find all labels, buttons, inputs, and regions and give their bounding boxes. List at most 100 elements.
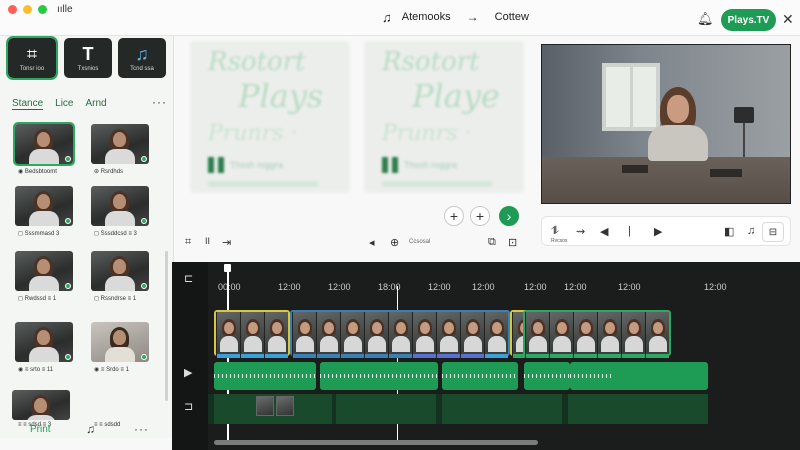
tab-lice[interactable]: Lice [55,98,73,110]
music-icon[interactable]: ♫ [747,225,755,237]
export-icon[interactable]: ⊡ [508,236,517,249]
media-scrollbar[interactable] [165,251,168,401]
tab-stance[interactable]: Stance [12,98,44,110]
video-clip[interactable] [264,312,288,358]
clip-group[interactable] [523,310,671,358]
print-tab[interactable]: Print [30,424,51,435]
video-clip[interactable] [240,312,264,358]
video-clip[interactable] [645,312,669,358]
add-button[interactable]: + [444,206,464,226]
media-thumbnail[interactable] [12,390,70,420]
overlay-clip[interactable] [442,394,562,424]
tick-label: 12:00 [618,282,641,292]
pause-icon[interactable]: II [205,236,210,246]
timeline-scrollbar[interactable] [214,440,538,445]
window-scene [602,63,660,131]
video-clip[interactable] [484,312,508,358]
window-minimize-dot[interactable] [23,5,32,14]
caption-icon[interactable]: ◧ [724,225,734,238]
tool-button-grid[interactable]: ⌗ Tonsr ioo [6,36,58,80]
tool-label: Tonsr ioo [19,65,45,72]
bell-icon[interactable]: 🔔︎ [697,11,714,27]
play-icon[interactable]: ▶ [654,225,662,238]
hashtag-icon: ⌗ [26,43,38,64]
media-thumbnail[interactable] [91,124,149,164]
overlay-clip[interactable] [568,394,708,424]
play-track-icon[interactable]: ▶ [184,366,192,379]
video-clip[interactable] [364,312,388,358]
next-button[interactable]: › [499,206,519,226]
video-clip[interactable] [388,312,412,358]
card-title-line: Plays [238,77,324,115]
overlay-thumbnail[interactable] [256,396,274,416]
template-preview-area: Rsotort Plays Prunrs · Thssh roggra Rsot… [176,36,531,226]
overlay-clip[interactable] [336,394,436,424]
template-card[interactable]: Rsotort Plays Prunrs · Thssh roggra [190,41,350,193]
crop-icon[interactable]: ⊏ [184,272,193,285]
audio-clip[interactable] [214,362,316,390]
add-button[interactable]: + [470,206,490,226]
volume-icon[interactable]: ◀ [600,225,608,238]
tab-arnd[interactable]: Arnd [86,98,107,110]
cast-icon[interactable]: ⊟ [762,222,784,242]
media-thumbnail[interactable] [15,186,73,226]
breadcrumb-from[interactable]: Atemooks [402,11,451,23]
video-clip[interactable] [436,312,460,358]
playhead-handle[interactable] [224,264,231,272]
crop-track-icon[interactable]: ⊐ [184,400,193,413]
effects-icon[interactable]: ⇝ [576,225,585,238]
time-ruler[interactable]: 00:00 12:00 12:00 18:00 12:00 12:00 12:0… [208,270,800,292]
clip-group[interactable] [290,310,510,358]
card-title-line: Rsotort [382,47,480,77]
music-icon[interactable]: ♫ [86,422,95,436]
video-clip[interactable] [525,312,549,358]
tick-label: 12:00 [704,282,727,292]
copy-icon[interactable]: ⧉ [488,236,496,249]
video-clip[interactable] [621,312,645,358]
video-clip[interactable] [597,312,621,358]
audio-clip[interactable] [442,362,518,390]
speaker-icon[interactable]: ◂ [369,236,375,249]
media-thumbnail[interactable] [15,251,73,291]
media-tabs: Stance Lice Arnd [12,98,107,110]
window-maximize-dot[interactable] [38,5,47,14]
breadcrumb-to[interactable]: Cottew [495,11,529,23]
media-thumbnail[interactable] [13,122,75,166]
tool-button-text[interactable]: T Txsnios [64,38,112,78]
card-title-line: Rsotort [208,47,306,77]
video-clip[interactable] [573,312,597,358]
more-options-icon[interactable]: ··· [134,422,149,436]
media-thumbnail[interactable] [15,322,73,362]
breadcrumb: ♫ Atemooks → Cottew [382,8,529,26]
video-clip[interactable] [316,312,340,358]
card-title-line: Prunrs · [208,121,298,146]
clock-label: Ccsosal [409,239,431,245]
trim-icon[interactable]: ⌗ [185,236,191,249]
video-clip[interactable] [216,312,240,358]
clip-group[interactable] [214,310,290,358]
plus-circle-icon[interactable]: ⊕ [390,236,399,249]
template-card[interactable]: Rsotort Playe Prunrs · Thssh roggra [364,41,524,193]
audio-clip[interactable] [570,362,708,390]
overlay-thumbnail[interactable] [276,396,294,416]
brand-button[interactable]: Plays.TV [721,9,776,31]
split-icon[interactable]: ⥮ [551,225,559,238]
media-thumbnail[interactable] [91,322,149,362]
video-clip[interactable] [412,312,436,358]
audio-clip[interactable] [320,362,438,390]
arrow-icon[interactable]: ⇥ [222,236,231,249]
media-caption: ◉ ≡ Srdo ≡ 1 [94,367,129,373]
video-clip[interactable] [340,312,364,358]
media-thumbnail[interactable] [91,186,149,226]
more-options-icon[interactable]: ··· [152,95,167,109]
close-icon[interactable]: ✕ [782,11,794,28]
media-thumbnail[interactable] [91,251,149,291]
video-preview[interactable] [541,44,791,204]
audio-clip[interactable] [524,362,570,390]
window-close-dot[interactable] [8,5,17,14]
video-clip[interactable] [549,312,573,358]
music-note-icon: ♫ [382,9,392,25]
video-clip[interactable] [460,312,484,358]
video-clip[interactable] [292,312,316,358]
tool-button-music[interactable]: ♫ Tcnd ssa [118,38,166,78]
